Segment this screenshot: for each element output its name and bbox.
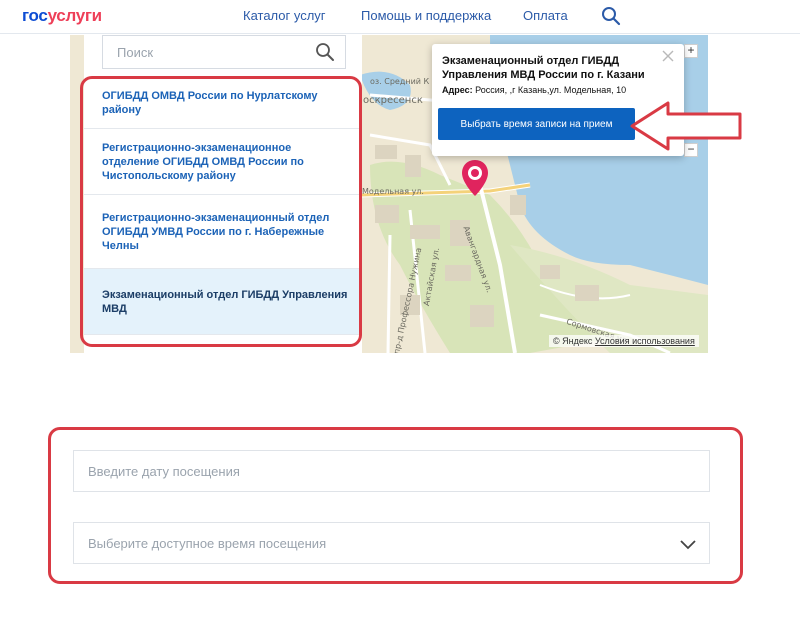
close-icon[interactable] <box>662 50 674 62</box>
logo-text-part1: гос <box>22 6 48 25</box>
date-field[interactable]: Введите дату посещения <box>73 450 710 492</box>
search-icon[interactable] <box>601 6 621 26</box>
chevron-down-icon[interactable] <box>679 535 697 553</box>
annotation-arrow-icon <box>630 101 742 151</box>
map-label-modelnaya: Модельная ул. <box>362 187 424 196</box>
popup-title: Экзаменационный отдел ГИБДД Управления М… <box>442 55 645 81</box>
map-label-sredniy: оз. Средний К <box>370 77 430 86</box>
nav-help[interactable]: Помощь и поддержка <box>361 8 491 23</box>
office-search[interactable] <box>102 35 346 69</box>
choose-time-button[interactable]: Выбрать время записи на прием <box>438 108 635 140</box>
top-header: госуслуги Каталог услуг Помощь и поддерж… <box>0 0 800 34</box>
logo-text-part2: услуги <box>47 6 103 25</box>
popup-address-label: Адрес: <box>442 85 473 95</box>
yandex-copyright: © Яндекс <box>553 336 593 346</box>
date-placeholder: Введите дату посещения <box>88 464 240 479</box>
popup-address-value: Россия, ,г Казань,ул. Модельная, 10 <box>475 85 627 95</box>
time-placeholder: Выберите доступное время посещения <box>88 536 327 551</box>
terms-link[interactable]: Условия использования <box>595 336 695 346</box>
search-input[interactable] <box>117 42 307 62</box>
gosuslugi-logo[interactable]: госуслуги <box>22 6 102 26</box>
time-select[interactable]: Выберите доступное время посещения <box>73 522 710 564</box>
location-pin-icon[interactable] <box>460 158 490 198</box>
search-icon[interactable] <box>315 42 335 62</box>
annotation-frame-list <box>80 76 362 347</box>
nav-catalog[interactable]: Каталог услуг <box>243 8 326 23</box>
map-zoom-in-button[interactable]: + <box>684 44 698 58</box>
map-copyright: © Яндекс Условия использования <box>549 335 699 347</box>
nav-payment[interactable]: Оплата <box>523 8 568 23</box>
map-label-voskresensk: оскресенск <box>363 95 423 106</box>
popup-address: Адрес: Россия, ,г Казань,ул. Модельная, … <box>442 85 678 95</box>
